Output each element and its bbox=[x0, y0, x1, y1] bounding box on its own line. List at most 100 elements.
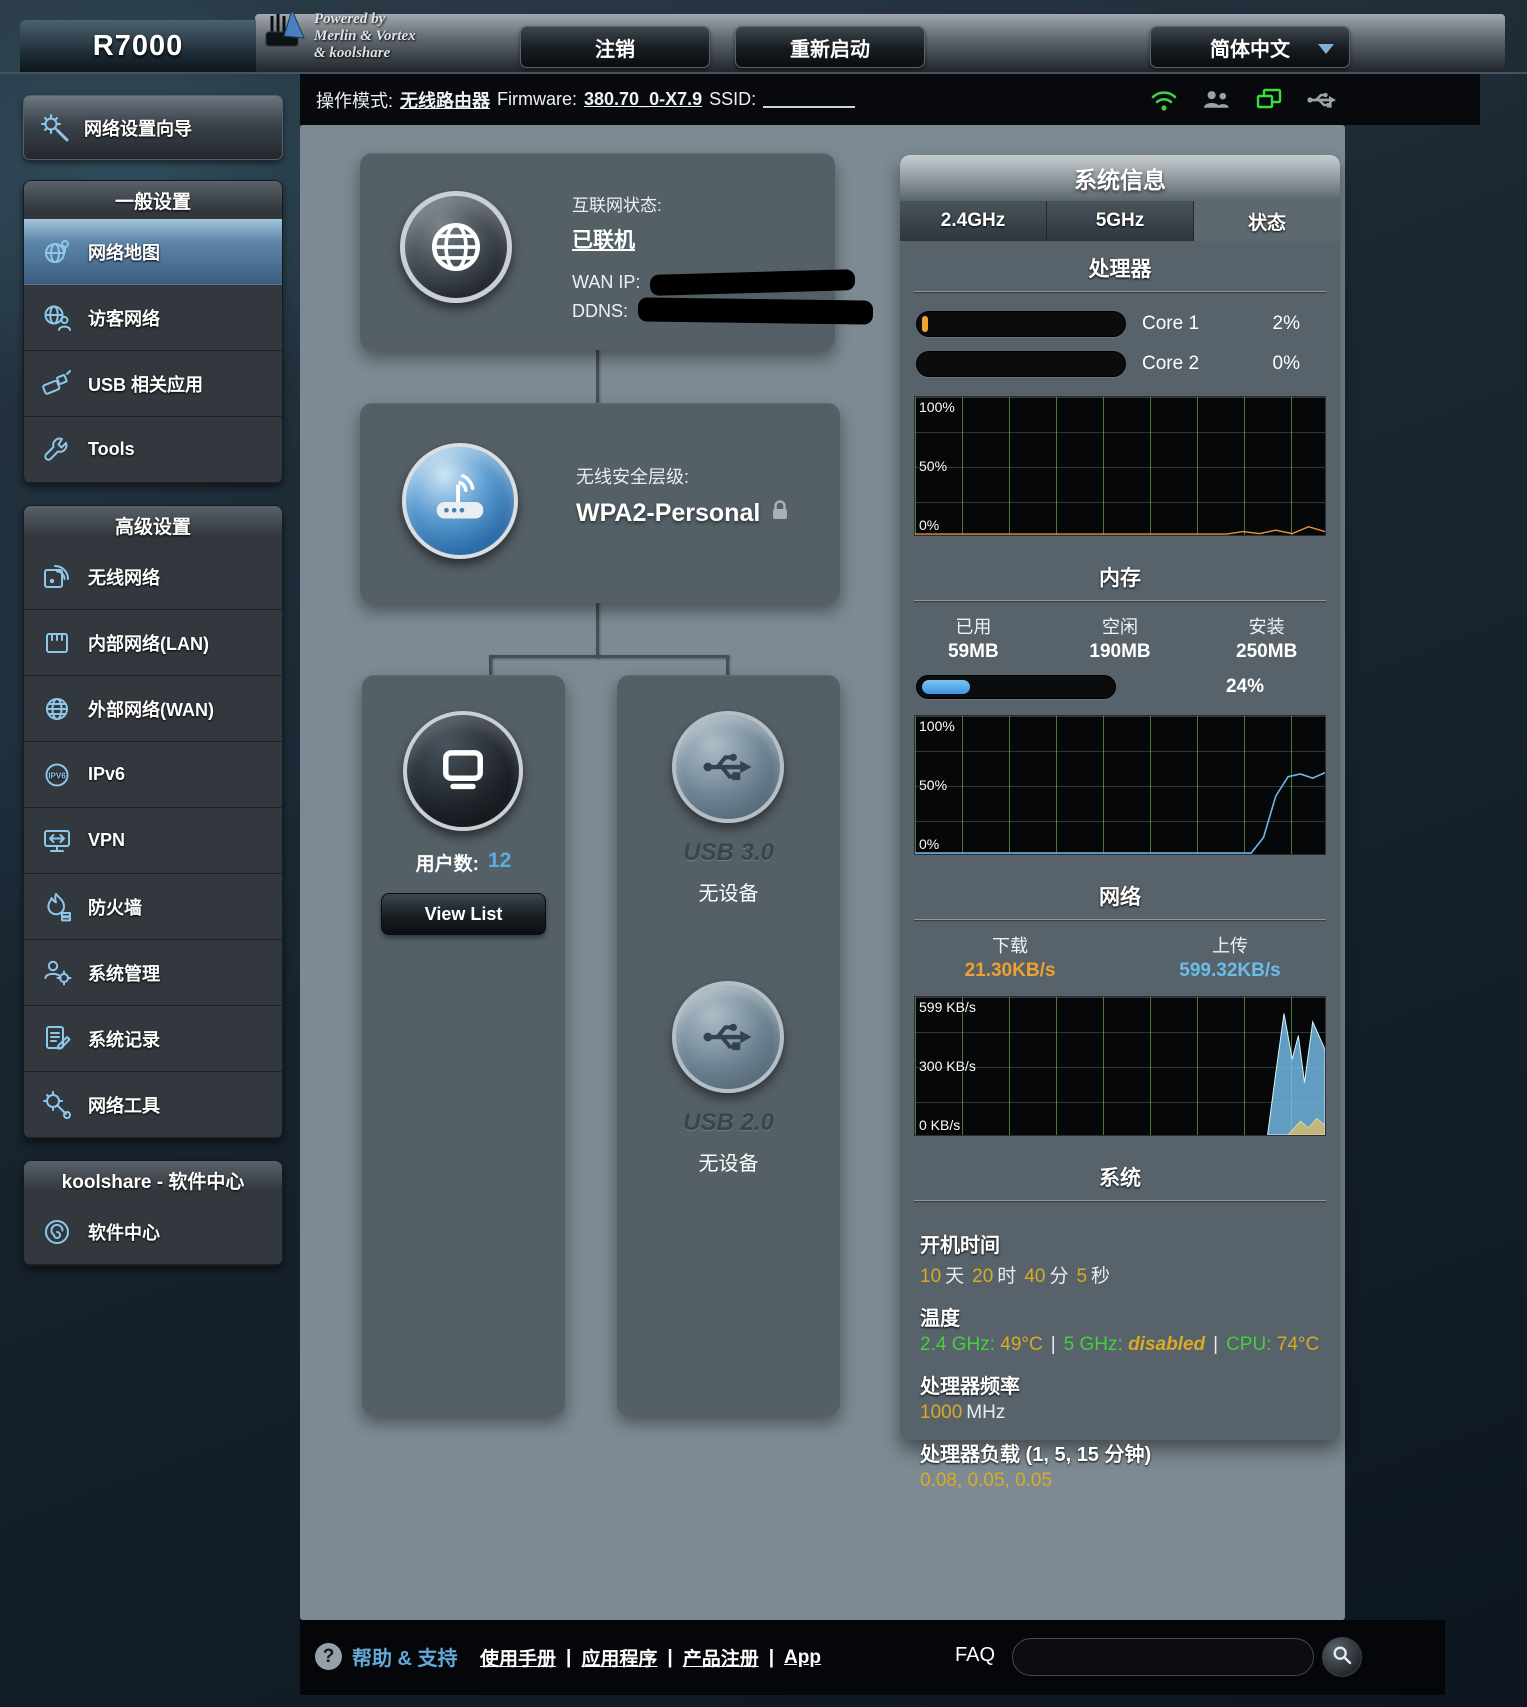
usb3-icon[interactable] bbox=[672, 711, 784, 823]
logout-button[interactable]: 注销 bbox=[520, 26, 710, 68]
system-section-title: 系统 bbox=[1099, 1167, 1141, 1190]
wizard-icon bbox=[38, 112, 72, 144]
sidebar-item-label: 访客网络 bbox=[88, 308, 160, 329]
core2-row: Core 2 0% bbox=[900, 344, 1340, 384]
sidebar-item-vpn[interactable]: VPN bbox=[24, 808, 282, 874]
sidebar-item-administration[interactable]: 系统管理 bbox=[24, 940, 282, 1006]
logo-line-3: & koolshare bbox=[314, 45, 391, 61]
sidebar-item-tools[interactable]: Tools bbox=[24, 417, 282, 483]
core2-percent: 0% bbox=[1272, 353, 1300, 374]
ipv6-icon: IPV6 bbox=[40, 759, 74, 791]
memory-free-value: 190MB bbox=[1089, 641, 1151, 662]
sidebar-item-lan[interactable]: 内部网络(LAN) bbox=[24, 610, 282, 676]
core1-name: Core 1 bbox=[1142, 313, 1200, 334]
temperature-label: 温度 bbox=[920, 1308, 960, 1330]
reboot-button[interactable]: 重新启动 bbox=[735, 26, 925, 68]
sidebar-section-general: 一般设置 网络地图 访客网络 USB 相关应用 Tools bbox=[23, 180, 283, 484]
wireless-router-icon[interactable] bbox=[402, 443, 518, 559]
footer-link-manual[interactable]: 使用手册 bbox=[480, 1644, 556, 1671]
memory-axis-100: 100% bbox=[919, 718, 955, 734]
usb2-icon[interactable] bbox=[672, 981, 784, 1093]
clients-card: 用户数: 12 View List bbox=[362, 675, 565, 1415]
brand-logo: Powered by Merlin & Vortex & koolshare bbox=[262, 8, 416, 65]
memory-usage-bar bbox=[916, 675, 1116, 699]
sidebar-item-label: 外部网络(WAN) bbox=[88, 699, 214, 720]
vpn-icon bbox=[40, 825, 74, 857]
faq-search-button[interactable] bbox=[1322, 1637, 1362, 1677]
wan-ip-label: WAN IP: bbox=[572, 272, 641, 292]
help-label: 帮助 & 支持 bbox=[352, 1648, 458, 1670]
tab-status[interactable]: 状态 bbox=[1194, 201, 1340, 241]
core1-percent: 2% bbox=[1272, 313, 1300, 334]
sidebar-item-setup-wizard[interactable]: 网络设置向导 bbox=[23, 95, 283, 160]
footer-links: 使用手册 | 应用程序 | 产品注册 | App bbox=[480, 1644, 821, 1671]
clients-computer-icon[interactable] bbox=[403, 711, 523, 831]
footer-link-registration[interactable]: 产品注册 bbox=[683, 1644, 759, 1671]
temperature-value: 2.4 GHz: 49°C | 5 GHz: disabled | CPU: 74°C bbox=[920, 1334, 1320, 1355]
sidebar-item-label: 防火墙 bbox=[88, 897, 142, 918]
usb2-status: 无设备 bbox=[698, 1153, 759, 1175]
help-support-link[interactable]: ? 帮助 & 支持 bbox=[315, 1642, 458, 1671]
sidebar-item-system-log[interactable]: 系统记录 bbox=[24, 1006, 282, 1072]
network-tools-icon bbox=[40, 1089, 74, 1121]
sidebar-item-usb-application[interactable]: USB 相关应用 bbox=[24, 351, 282, 417]
sidebar-item-network-tools[interactable]: 网络工具 bbox=[24, 1072, 282, 1138]
sidebar-item-wan[interactable]: 外部网络(WAN) bbox=[24, 676, 282, 742]
view-list-button[interactable]: View List bbox=[381, 893, 546, 935]
network-axis-0: 0 KB/s bbox=[919, 1117, 961, 1133]
core2-usage-bar bbox=[916, 351, 1126, 377]
memory-columns: 已用 59MB 空闲 190MB 安装 250MB bbox=[900, 613, 1340, 663]
tab-2-4ghz[interactable]: 2.4GHz bbox=[900, 201, 1047, 241]
router-model: R7000 bbox=[20, 20, 256, 72]
cpu-frequency-label: 处理器频率 bbox=[920, 1376, 1020, 1398]
language-dropdown[interactable]: 简体中文 bbox=[1150, 26, 1350, 68]
software-center-icon bbox=[40, 1216, 74, 1248]
sidebar-item-software-center[interactable]: 软件中心 bbox=[24, 1199, 282, 1265]
wifi-icon[interactable] bbox=[1150, 87, 1178, 113]
ddns-redacted bbox=[637, 297, 874, 325]
sidebar-item-label: 网络设置向导 bbox=[84, 118, 192, 139]
faq-search-input[interactable] bbox=[1012, 1638, 1314, 1676]
lan-monitors-icon[interactable] bbox=[1255, 87, 1283, 113]
sidebar-item-guest-network[interactable]: 访客网络 bbox=[24, 285, 282, 351]
separator: | bbox=[566, 1646, 572, 1668]
memory-bar-row: 24% bbox=[900, 663, 1340, 703]
system-log-icon bbox=[40, 1023, 74, 1055]
footer-link-utility[interactable]: 应用程序 bbox=[581, 1644, 657, 1671]
connector-line bbox=[489, 655, 729, 658]
logo-line-2: Merlin & Vortex bbox=[314, 28, 416, 44]
memory-history-graph: 100% 50% 0% bbox=[914, 715, 1326, 855]
uptime-label: 开机时间 bbox=[920, 1235, 1000, 1257]
upload-label: 上传 bbox=[1212, 936, 1248, 956]
search-icon bbox=[1331, 1644, 1353, 1671]
memory-axis-0: 0% bbox=[919, 836, 940, 852]
sidebar-item-firewall[interactable]: 防火墙 bbox=[24, 874, 282, 940]
language-label: 简体中文 bbox=[1210, 38, 1290, 61]
sidebar-item-network-map[interactable]: 网络地图 bbox=[24, 219, 282, 285]
memory-percent: 24% bbox=[1225, 676, 1264, 697]
internet-globe-icon[interactable] bbox=[400, 191, 512, 303]
tab-5ghz[interactable]: 5GHz bbox=[1047, 201, 1194, 241]
ddns-label: DDNS: bbox=[572, 300, 629, 321]
wireless-security-label: 无线安全层级: bbox=[576, 467, 690, 487]
cpu-axis-0: 0% bbox=[919, 517, 940, 533]
sidebar-item-wireless[interactable]: 无线网络 bbox=[24, 544, 282, 610]
usb-devices-card: USB 3.0 无设备 USB 2.0 无设备 bbox=[617, 675, 840, 1415]
footer-link-app[interactable]: App bbox=[784, 1647, 821, 1669]
op-mode-value[interactable]: 无线路由器 bbox=[400, 87, 490, 113]
guest-network-icon bbox=[40, 302, 74, 334]
usb3-status: 无设备 bbox=[698, 883, 759, 905]
internet-status-value[interactable]: 已联机 bbox=[572, 224, 635, 254]
sidebar-item-ipv6[interactable]: IPV6 IPv6 bbox=[24, 742, 282, 808]
system-info-title: 系统信息 bbox=[900, 155, 1340, 201]
section-title: 高级设置 bbox=[24, 506, 282, 544]
sidebar-item-label: 网络地图 bbox=[88, 242, 160, 263]
firewall-flame-icon bbox=[40, 891, 74, 923]
clients-icon[interactable] bbox=[1202, 88, 1231, 112]
firmware-value[interactable]: 380.70_0-X7.9 bbox=[584, 89, 702, 110]
divider bbox=[914, 1200, 1326, 1201]
usb-icon[interactable] bbox=[1307, 90, 1337, 110]
clients-count-value: 12 bbox=[487, 849, 512, 872]
wireless-icon bbox=[40, 561, 74, 593]
memory-total-value: 250MB bbox=[1236, 641, 1298, 662]
